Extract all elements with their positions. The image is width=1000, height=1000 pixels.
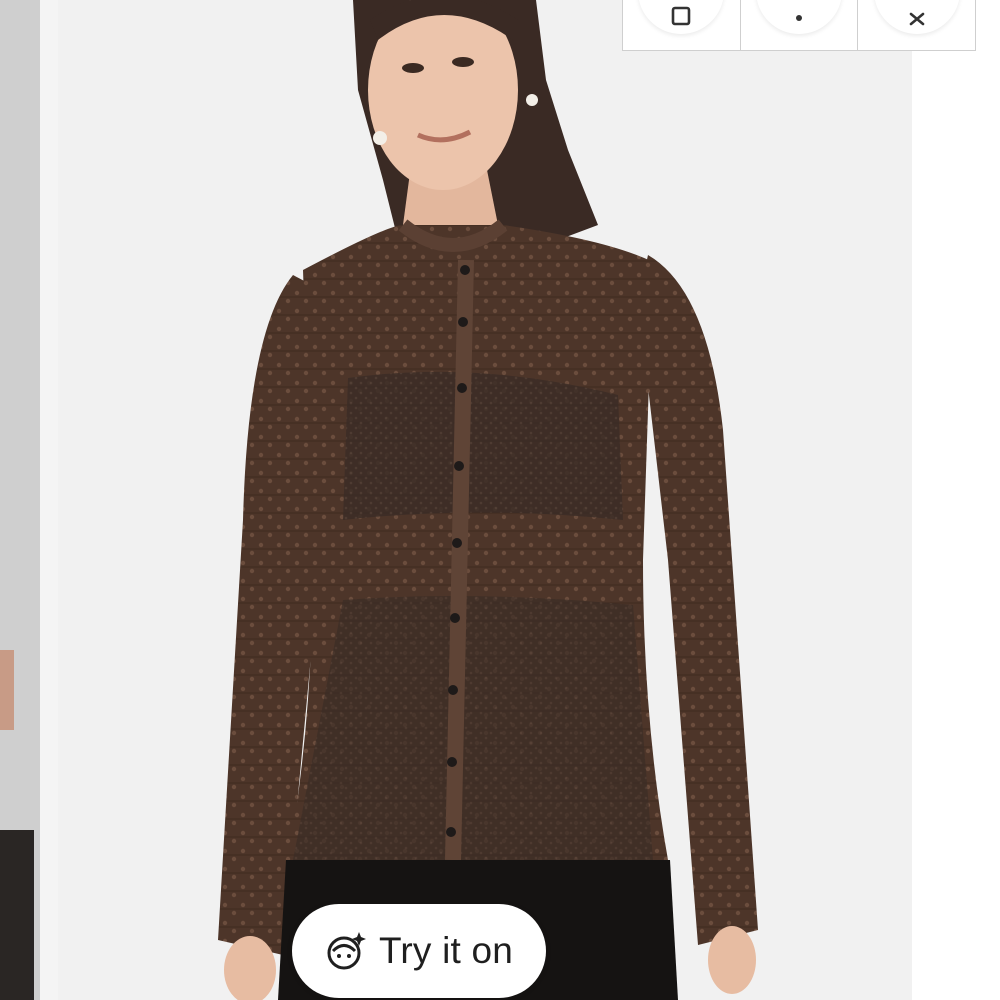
more-options-icon bbox=[796, 15, 802, 21]
bag-icon bbox=[672, 6, 691, 26]
previous-image-detail bbox=[0, 650, 14, 730]
product-image[interactable] bbox=[58, 0, 912, 1000]
action-cell bbox=[741, 0, 859, 50]
action-cell bbox=[858, 0, 975, 50]
image-gutter bbox=[912, 0, 1000, 1000]
bag-button[interactable] bbox=[638, 0, 725, 34]
try-it-on-label: Try it on bbox=[378, 930, 514, 971]
try-it-on-button[interactable]: Try it on bbox=[292, 904, 546, 998]
previous-image-edge[interactable] bbox=[0, 0, 40, 1000]
close-icon bbox=[909, 12, 924, 26]
action-cell bbox=[623, 0, 741, 50]
previous-image-detail bbox=[0, 830, 34, 1000]
image-actions-bar bbox=[622, 0, 976, 51]
close-button[interactable] bbox=[873, 0, 960, 34]
more-options-button[interactable] bbox=[756, 0, 842, 34]
face-sparkle-icon bbox=[327, 932, 366, 970]
model-illustration bbox=[218, 0, 758, 1000]
